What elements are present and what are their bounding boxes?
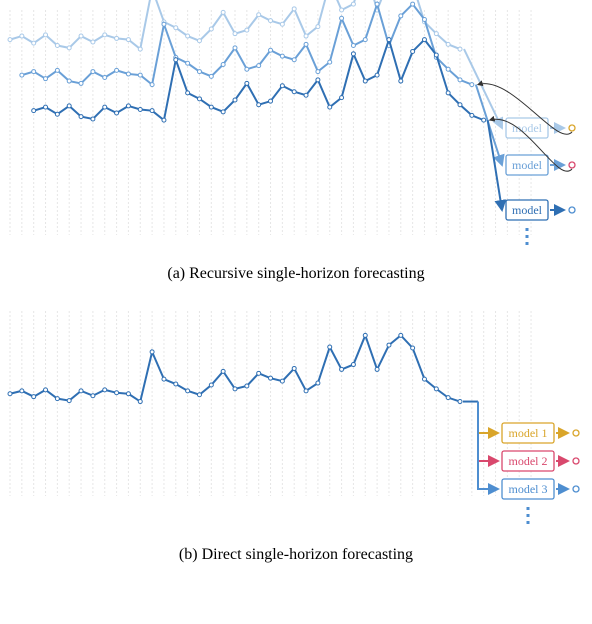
svg-text:model: model xyxy=(512,203,543,217)
svg-text:model: model xyxy=(512,121,543,135)
panel-recursive: model model model (a) Recursive single-hor… xyxy=(0,0,592,301)
svg-text:model 3: model 3 xyxy=(509,482,548,496)
figure-wrapper: model model model (a) Recursive single-hor… xyxy=(0,0,592,582)
svg-text:model 1: model 1 xyxy=(509,426,548,440)
svg-text:model 2: model 2 xyxy=(509,454,548,468)
panel-a-svg: model model model xyxy=(0,0,592,250)
caption-b: (b) Direct single-horizon forecasting xyxy=(0,536,592,582)
panel-direct: model 1 model 2 model 3 (b) Direct single-… xyxy=(0,301,592,582)
panel-b-svg: model 1 model 2 model 3 xyxy=(0,301,592,531)
caption-a: (a) Recursive single-horizon forecasting xyxy=(0,255,592,301)
svg-text:model: model xyxy=(512,158,543,172)
